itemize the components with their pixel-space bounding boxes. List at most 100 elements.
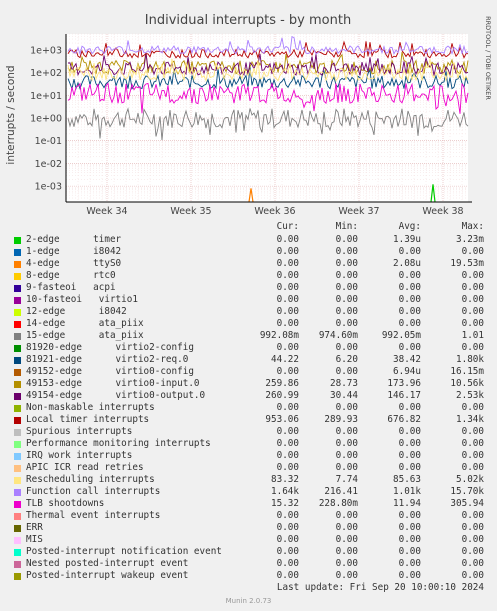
legend-row: Posted-interrupt wakeup event 0.00 0.00 0.0… (14, 570, 494, 582)
legend-swatch (14, 285, 21, 292)
legend-value: 2.08u (393, 258, 421, 269)
y-tick-label: 1e-01 (35, 136, 62, 147)
x-tick-label: Week 36 (254, 206, 295, 217)
legend-name: 49154-edge virtio0-output.0 (26, 390, 206, 401)
legend-value: 15.70k (450, 486, 484, 497)
legend-value: 7.74 (335, 474, 358, 485)
legend-value: 0.00 (398, 522, 421, 533)
legend-value: 0.00 (335, 438, 358, 449)
legend-value: 676.82 (387, 414, 421, 425)
legend-value: 0.00 (461, 294, 484, 305)
legend-value: 0.00 (398, 462, 421, 473)
legend-value: 0.00 (335, 462, 358, 473)
legend-value: 0.00 (335, 258, 358, 269)
legend-value: 0.00 (461, 438, 484, 449)
legend-value: 0.00 (398, 342, 421, 353)
legend-value: 0.00 (398, 450, 421, 461)
legend-value: 173.96 (387, 378, 421, 389)
legend-name: 12-edge i8042 (26, 306, 127, 317)
legend-swatch (14, 273, 21, 280)
legend-value: 0.00 (398, 510, 421, 521)
legend-swatch (14, 261, 21, 268)
legend-name: 2-edge timer (26, 234, 122, 245)
legend-column-header: Avg: (398, 221, 421, 232)
x-tick-label: Week 38 (422, 206, 463, 217)
legend-value: 0.00 (335, 450, 358, 461)
legend-value: 305.94 (450, 498, 484, 509)
legend-swatch (14, 345, 21, 352)
legend-row: Local timer interrupts 953.06 289.93 676.82… (14, 414, 494, 426)
legend-value: 11.94 (393, 498, 421, 509)
legend-row: 14-edge ata_piix 0.00 0.00 0.00 0.00 (14, 318, 494, 330)
legend-value: 0.00 (398, 402, 421, 413)
legend-value: 0.00 (461, 462, 484, 473)
y-tick-label: 1e+02 (30, 68, 62, 79)
legend-value: 0.00 (335, 342, 358, 353)
legend-value: 0.00 (461, 450, 484, 461)
x-tick-label: Week 35 (170, 206, 211, 217)
legend-name: 4-edge ttyS0 (26, 258, 122, 269)
legend-row: 10-fasteoi virtio1 0.00 0.00 0.00 0.00 (14, 294, 494, 306)
legend-row: 2-edge timer 0.00 0.00 1.39u 3.23m (14, 234, 494, 246)
legend-swatch (14, 537, 21, 544)
x-tick-label: Week 37 (338, 206, 379, 217)
legend-value: 0.00 (335, 318, 358, 329)
legend-value: 1.34k (456, 414, 484, 425)
legend-value: 0.00 (398, 294, 421, 305)
legend-column-header: Min: (335, 221, 358, 232)
legend-value: 85.63 (393, 474, 421, 485)
legend-value: 0.00 (335, 402, 358, 413)
legend-value: 0.00 (461, 570, 484, 581)
legend-header: Cur: Min: Avg: Max: (14, 221, 494, 233)
legend-row: 15-edge ata_piix 992.08m 974.60m 992.05m 1.0… (14, 330, 494, 342)
legend-name: 1-edge i8042 (26, 246, 122, 257)
legend-name: 14-edge ata_piix (26, 318, 144, 329)
legend-value: 0.00 (398, 438, 421, 449)
legend-value: 1.80k (456, 354, 484, 365)
legend-value: 228.80m (318, 498, 358, 509)
legend-value: 0.00 (398, 318, 421, 329)
legend-name: Rescheduling interrupts (26, 474, 155, 485)
legend-row: 4-edge ttyS0 0.00 0.00 2.08u 19.53m (14, 258, 494, 270)
legend-row: TLB shootdowns 15.32 228.80m 11.94 305.94 (14, 498, 494, 510)
legend-swatch (14, 489, 21, 496)
legend-row: APIC ICR read retries 0.00 0.00 0.00 0.00 (14, 462, 494, 474)
legend-value: 5.02k (456, 474, 484, 485)
legend-swatch (14, 249, 21, 256)
legend-name: APIC ICR read retries (26, 462, 144, 473)
legend-row: 8-edge rtc0 0.00 0.00 0.00 0.00 (14, 270, 494, 282)
legend-row: ERR 0.00 0.00 0.00 0.00 (14, 522, 494, 534)
legend-swatch (14, 321, 21, 328)
legend-row: Function call interrupts 1.64k 216.41 1.01k… (14, 486, 494, 498)
legend-value: 0.00 (461, 270, 484, 281)
legend-value: 0.00 (335, 234, 358, 245)
legend-swatch (14, 513, 21, 520)
legend-swatch (14, 453, 21, 460)
legend-value: 1.01 (461, 330, 484, 341)
legend-value: 0.00 (335, 558, 358, 569)
legend-value: 0.00 (398, 426, 421, 437)
legend-name: ERR (26, 522, 43, 533)
legend-swatch (14, 357, 21, 364)
legend-value: 0.00 (461, 282, 484, 293)
legend-value: 0.00 (398, 270, 421, 281)
legend-value: 0.00 (461, 510, 484, 521)
legend-row: IRQ work interrupts 0.00 0.00 0.00 0.00 (14, 450, 494, 462)
last-update: Last update: Fri Sep 20 10:00:10 2024 (276, 582, 484, 593)
chart-svg: Individual interrupts - by month interru… (5, 13, 492, 217)
legend-swatch (14, 477, 21, 484)
legend-swatch (14, 465, 21, 472)
legend-name: Local timer interrupts (26, 414, 150, 425)
legend-value: 0.00 (398, 306, 421, 317)
legend-name: Posted-interrupt notification event (26, 546, 222, 557)
legend-row: Performance monitoring interrupts 0.00 0.0… (14, 438, 494, 450)
rrdtool-credit: RRDTOOL / TOBI OETIKER (484, 16, 492, 100)
legend-name: IRQ work interrupts (26, 450, 133, 461)
legend-row: Rescheduling interrupts 83.32 7.74 85.63 5.0… (14, 474, 494, 486)
y-axis-label: interrupts / second (5, 65, 17, 164)
y-tick-label: 1e-03 (35, 182, 62, 193)
legend-value: 0.00 (335, 294, 358, 305)
legend-swatch (14, 393, 21, 400)
legend-name: Nested posted-interrupt event (26, 558, 189, 569)
munin-version: Munin 2.0.73 (225, 597, 272, 605)
